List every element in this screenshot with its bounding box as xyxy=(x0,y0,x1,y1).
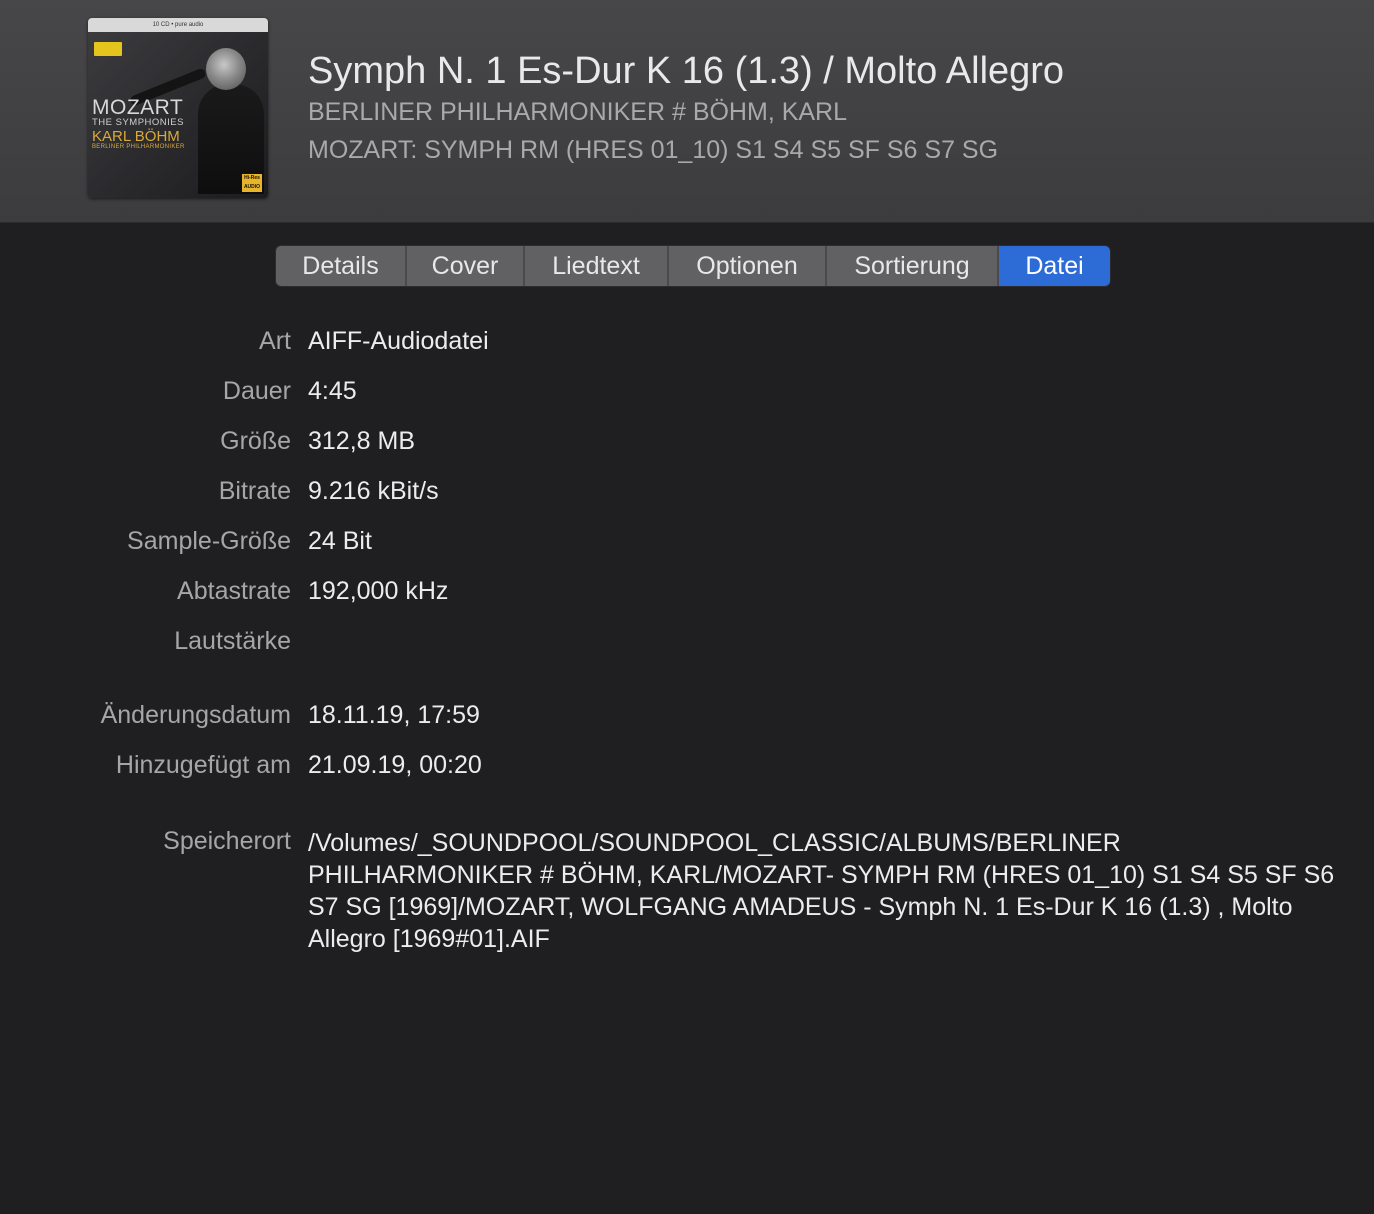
field-label: Hinzugefügt am xyxy=(115,751,291,779)
field-label: Änderungsdatum xyxy=(100,701,291,729)
tab-bar: Details Cover Liedtext Optionen Sortieru… xyxy=(276,246,1110,286)
header: 10 CD • pure audio MOZART THE SYMPHONIES… xyxy=(0,0,1374,223)
artwork-orchestra: BERLINER PHILHARMONIKER xyxy=(92,144,185,150)
label-logo xyxy=(94,42,122,56)
file-path[interactable]: /Volumes/_SOUNDPOOL/SOUNDPOOL_CLASSIC/AL… xyxy=(308,827,1338,955)
song-title: Symph N. 1 Es-Dur K 16 (1.3) / Molto All… xyxy=(308,50,1065,92)
tab-sortierung[interactable]: Sortierung xyxy=(827,246,999,286)
field-value: 21.09.19, 00:20 xyxy=(308,751,482,779)
tab-details[interactable]: Details xyxy=(276,246,407,286)
field-value: 192,000 kHz xyxy=(308,577,449,605)
field-label: Bitrate xyxy=(218,477,291,505)
field-label: Art xyxy=(259,327,291,355)
field-label: Größe xyxy=(220,427,291,455)
artwork-conductor: KARL BÖHM xyxy=(92,128,180,145)
field-label: Speicherort xyxy=(163,827,291,855)
field-value: 9.216 kBit/s xyxy=(308,477,439,505)
field-value: AIFF-Audiodatei xyxy=(308,327,489,355)
field-label: Lautstärke xyxy=(174,627,291,655)
album-artwork[interactable]: 10 CD • pure audio MOZART THE SYMPHONIES… xyxy=(88,18,268,198)
field-label: Dauer xyxy=(222,377,291,405)
tab-cover[interactable]: Cover xyxy=(407,246,525,286)
field-value: 312,8 MB xyxy=(308,427,416,455)
field-value: 4:45 xyxy=(308,377,357,405)
artwork-portrait xyxy=(206,48,246,90)
tab-datei[interactable]: Datei xyxy=(999,246,1110,286)
field-label: Sample-Größe xyxy=(127,527,291,555)
tab-optionen[interactable]: Optionen xyxy=(669,246,827,286)
song-album: MOZART: SYMPH RM (HRES 01_10) S1 S4 S5 S… xyxy=(308,136,999,164)
field-value: 24 Bit xyxy=(308,527,372,555)
field-value: 18.11.19, 17:59 xyxy=(308,701,480,729)
field-label: Abtastrate xyxy=(177,577,291,605)
artwork-topbar: 10 CD • pure audio xyxy=(88,18,268,32)
artwork-subtitle: THE SYMPHONIES xyxy=(92,117,184,128)
hires-badge: Hi-Res AUDIO xyxy=(242,174,262,192)
tab-liedtext[interactable]: Liedtext xyxy=(525,246,669,286)
song-artist: BERLINER PHILHARMONIKER # BÖHM, KARL xyxy=(308,98,848,126)
